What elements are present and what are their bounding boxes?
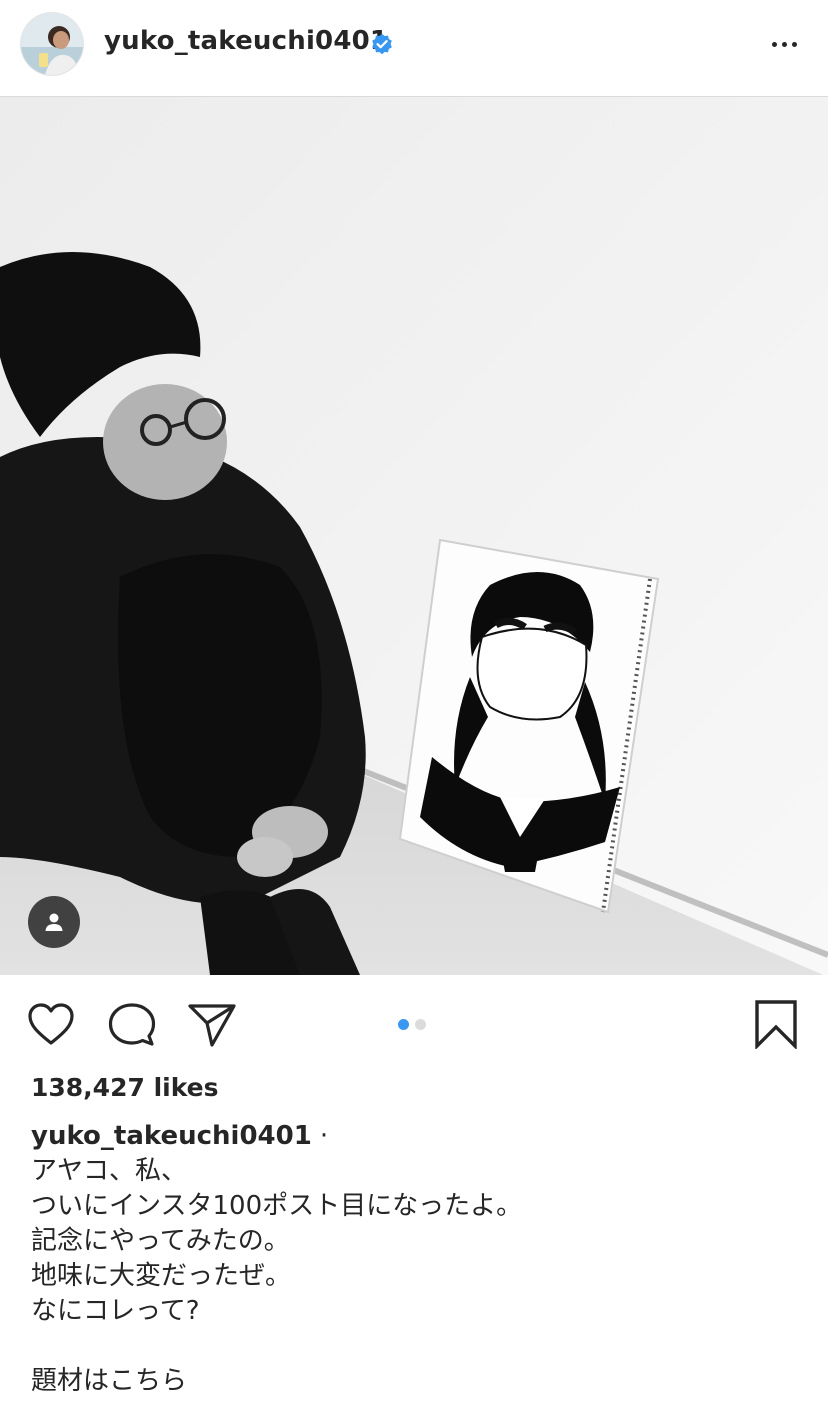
caption-line: ついにインスタ100ポスト目になったよ。 xyxy=(31,1191,523,1221)
caption-username[interactable]: yuko_takeuchi0401 xyxy=(31,1121,312,1151)
caption-line: 地味に大変だったぜ。 xyxy=(31,1261,292,1291)
more-dot xyxy=(771,41,777,47)
share-button[interactable] xyxy=(187,1002,237,1048)
profile-avatar[interactable] xyxy=(21,13,83,75)
heart-outline-icon xyxy=(28,1003,74,1045)
post-actions-bar xyxy=(0,975,828,1075)
tagged-users-button[interactable] xyxy=(28,896,80,948)
bookmark-outline-icon xyxy=(755,1000,797,1049)
caption-line: 題材はこちら xyxy=(31,1366,188,1396)
like-button[interactable] xyxy=(27,1002,75,1046)
post-caption: yuko_takeuchi0401 · アヤコ、私、 ついにインスタ100ポスト目… xyxy=(31,1119,801,1399)
verified-badge-icon xyxy=(372,33,392,55)
comment-bubble-icon xyxy=(108,1003,156,1046)
post-header: yuko_takeuchi0401 xyxy=(0,0,828,97)
more-options-button[interactable] xyxy=(766,26,802,62)
more-dot xyxy=(781,41,787,47)
caption-line: 記念にやってみたの。 xyxy=(31,1226,290,1256)
carousel-dot xyxy=(415,1019,426,1030)
likes-count[interactable]: 138,427 likes xyxy=(31,1073,219,1102)
carousel-dot-active xyxy=(398,1019,409,1030)
save-button[interactable] xyxy=(753,999,799,1049)
avatar-image xyxy=(21,13,83,75)
post-image xyxy=(0,97,828,975)
user-tag-icon xyxy=(45,913,63,931)
caption-separator: · xyxy=(319,1121,329,1151)
paper-plane-icon xyxy=(188,1004,236,1047)
comment-button[interactable] xyxy=(108,1002,156,1048)
more-dot xyxy=(791,41,797,47)
caption-line: なにコレって? xyxy=(31,1296,200,1326)
carousel-indicator xyxy=(398,1019,426,1030)
post-photo[interactable] xyxy=(0,97,828,975)
caption-line: アヤコ、私、 xyxy=(31,1156,188,1186)
header-username[interactable]: yuko_takeuchi0401 xyxy=(104,26,388,56)
